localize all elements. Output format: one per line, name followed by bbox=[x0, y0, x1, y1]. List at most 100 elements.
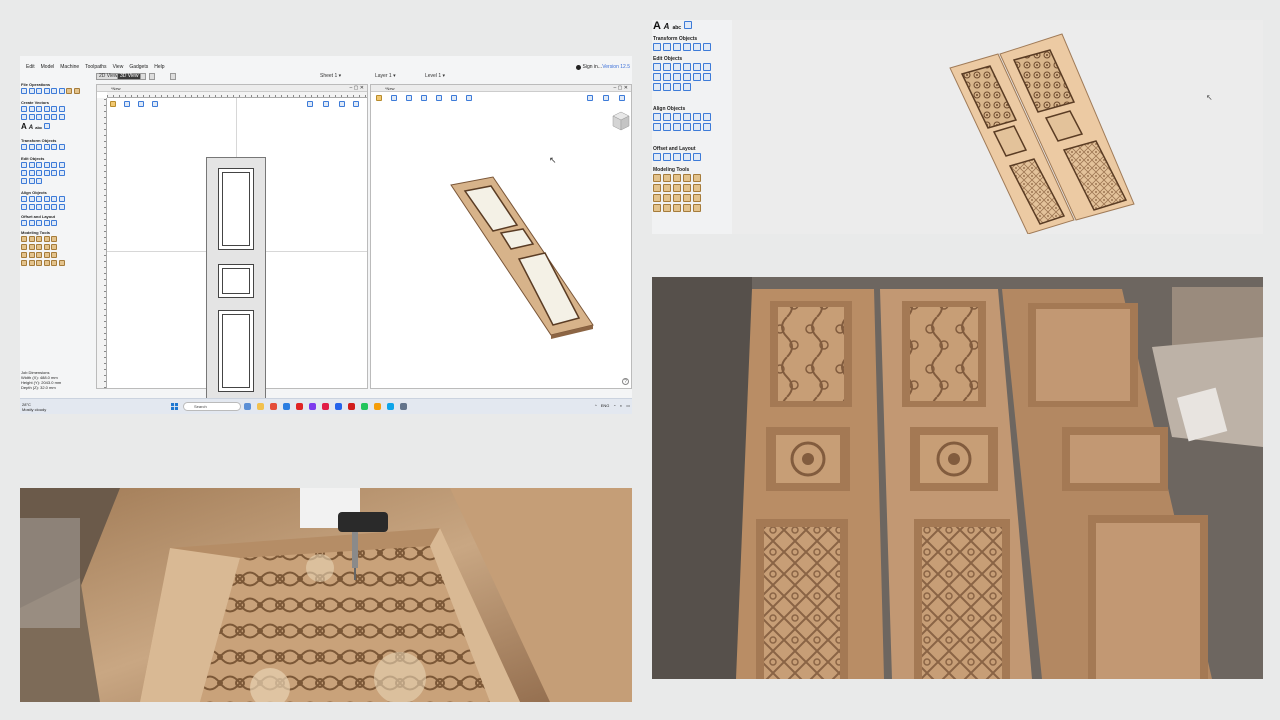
subtract-icon[interactable] bbox=[58, 162, 65, 168]
move-icon[interactable] bbox=[653, 43, 661, 51]
create-relief-icon[interactable] bbox=[673, 204, 681, 212]
intersect-icon[interactable] bbox=[21, 170, 27, 176]
distribute-v-icon[interactable] bbox=[663, 123, 671, 131]
bake-icon[interactable] bbox=[683, 194, 691, 202]
material-icon[interactable] bbox=[58, 260, 65, 266]
chamfer-icon[interactable] bbox=[673, 83, 681, 91]
smooth-icon[interactable] bbox=[673, 73, 681, 81]
create-relief-icon[interactable] bbox=[36, 260, 42, 266]
material-icon[interactable] bbox=[436, 95, 442, 101]
task-view-icon[interactable] bbox=[244, 403, 251, 410]
undo-icon[interactable] bbox=[51, 88, 57, 94]
shade-icon[interactable] bbox=[421, 95, 427, 101]
polygon-icon[interactable] bbox=[43, 106, 50, 112]
rectangle-icon[interactable] bbox=[36, 106, 42, 112]
align-middle-icon[interactable] bbox=[693, 113, 701, 121]
menu-edit[interactable]: Edit bbox=[26, 64, 35, 70]
circle-icon[interactable] bbox=[21, 106, 27, 112]
image-icon[interactable] bbox=[684, 21, 693, 29]
toolpath-icon[interactable] bbox=[124, 101, 130, 107]
component-tree-icon[interactable] bbox=[693, 204, 701, 212]
slice-icon[interactable] bbox=[51, 244, 57, 250]
move-icon[interactable] bbox=[21, 144, 27, 150]
window-controls-icon[interactable]: – ▢ ✕ bbox=[614, 85, 628, 92]
extend-icon[interactable] bbox=[28, 178, 35, 184]
layout-icon[interactable] bbox=[149, 73, 155, 80]
window-icon[interactable] bbox=[170, 73, 176, 80]
nest-icon[interactable] bbox=[663, 153, 671, 161]
space-h-icon[interactable] bbox=[683, 123, 691, 131]
export-model-icon[interactable] bbox=[28, 260, 35, 266]
pinterest-icon[interactable] bbox=[322, 403, 329, 410]
offset-icon[interactable] bbox=[693, 73, 701, 81]
intersect-icon[interactable] bbox=[653, 73, 661, 81]
3d-view-window[interactable]: *New – ▢ ✕ ↖ ? bbox=[370, 84, 632, 389]
fade-icon[interactable] bbox=[36, 244, 42, 250]
distort-icon[interactable] bbox=[51, 144, 57, 150]
layers-icon[interactable] bbox=[138, 101, 144, 107]
window-controls-icon[interactable]: – ▢ ✕ bbox=[350, 85, 364, 92]
distort-icon[interactable] bbox=[693, 43, 701, 51]
chamfer-icon[interactable] bbox=[36, 178, 42, 184]
fade-icon[interactable] bbox=[673, 184, 681, 192]
trim-icon[interactable] bbox=[673, 63, 681, 71]
extend-icon[interactable] bbox=[663, 83, 671, 91]
menu-view[interactable]: View bbox=[113, 64, 124, 70]
merge-icon[interactable] bbox=[21, 252, 27, 258]
2d-view-tab[interactable]: *New – ▢ ✕ bbox=[97, 85, 367, 92]
app-icon[interactable] bbox=[400, 403, 407, 410]
space-h-icon[interactable] bbox=[43, 204, 50, 210]
two-rail-sweep-icon[interactable] bbox=[28, 236, 35, 242]
3d-view-canvas[interactable]: ↖ bbox=[732, 20, 1263, 234]
menu-model[interactable]: Model bbox=[41, 64, 55, 70]
redo-icon[interactable] bbox=[58, 88, 65, 94]
mirror-icon[interactable] bbox=[43, 144, 50, 150]
zoom-fit-icon[interactable] bbox=[619, 95, 625, 101]
new-file-icon[interactable] bbox=[21, 88, 27, 94]
curve-fit-icon[interactable] bbox=[663, 73, 671, 81]
size-match-icon[interactable] bbox=[58, 204, 65, 210]
double-door-3d-model[interactable]: ↖ bbox=[732, 20, 1263, 234]
ellipse-icon[interactable] bbox=[28, 106, 35, 112]
lang-indicator[interactable]: ENG bbox=[601, 403, 610, 408]
open-file-icon[interactable] bbox=[28, 88, 35, 94]
smooth-model-icon[interactable] bbox=[28, 244, 35, 250]
level-icon[interactable] bbox=[683, 204, 691, 212]
align-right-icon[interactable] bbox=[673, 113, 681, 121]
offset-icon[interactable] bbox=[51, 170, 57, 176]
close-vector-icon[interactable] bbox=[43, 170, 50, 176]
sculpt-icon[interactable] bbox=[51, 236, 57, 242]
group-icon[interactable] bbox=[58, 170, 65, 176]
toolpath-icon[interactable] bbox=[391, 95, 397, 101]
node-edit-icon[interactable] bbox=[663, 63, 671, 71]
weld-icon[interactable] bbox=[693, 63, 701, 71]
bake-icon[interactable] bbox=[43, 252, 50, 258]
snap-icon[interactable] bbox=[152, 101, 158, 107]
view-cube-icon[interactable] bbox=[612, 111, 630, 131]
taskbar-search-input[interactable]: Search bbox=[183, 402, 241, 411]
text-on-curve-tool[interactable]: A bbox=[664, 22, 670, 31]
fillet-icon[interactable] bbox=[43, 114, 50, 120]
flatten-icon[interactable] bbox=[663, 194, 671, 202]
save-icon[interactable] bbox=[36, 88, 42, 94]
line-icon[interactable] bbox=[21, 114, 27, 120]
chevron-up-icon[interactable]: ^ bbox=[595, 403, 597, 408]
text-autoscale-tool[interactable]: abc bbox=[672, 25, 681, 31]
select-icon[interactable] bbox=[21, 162, 27, 168]
layers-icon[interactable] bbox=[406, 95, 412, 101]
sheet-selector[interactable]: Sheet 1 ▾ bbox=[320, 73, 341, 79]
rotate-icon[interactable] bbox=[673, 43, 681, 51]
align-bottom-icon[interactable] bbox=[703, 113, 711, 121]
text-tool[interactable]: A bbox=[653, 20, 661, 32]
level-icon[interactable] bbox=[43, 260, 50, 266]
rotate-icon[interactable] bbox=[36, 144, 42, 150]
weather-widget[interactable]: 28°C Mostly cloudy bbox=[22, 402, 46, 412]
zoom-in-icon[interactable] bbox=[603, 95, 609, 101]
nest-icon[interactable] bbox=[28, 220, 35, 226]
center-page-icon[interactable] bbox=[36, 204, 42, 210]
smooth-model-icon[interactable] bbox=[663, 184, 671, 192]
star-icon[interactable] bbox=[51, 106, 57, 112]
door-3d-model[interactable] bbox=[441, 173, 601, 353]
render-icon[interactable] bbox=[376, 95, 382, 101]
zoom-out-icon[interactable] bbox=[339, 101, 345, 107]
